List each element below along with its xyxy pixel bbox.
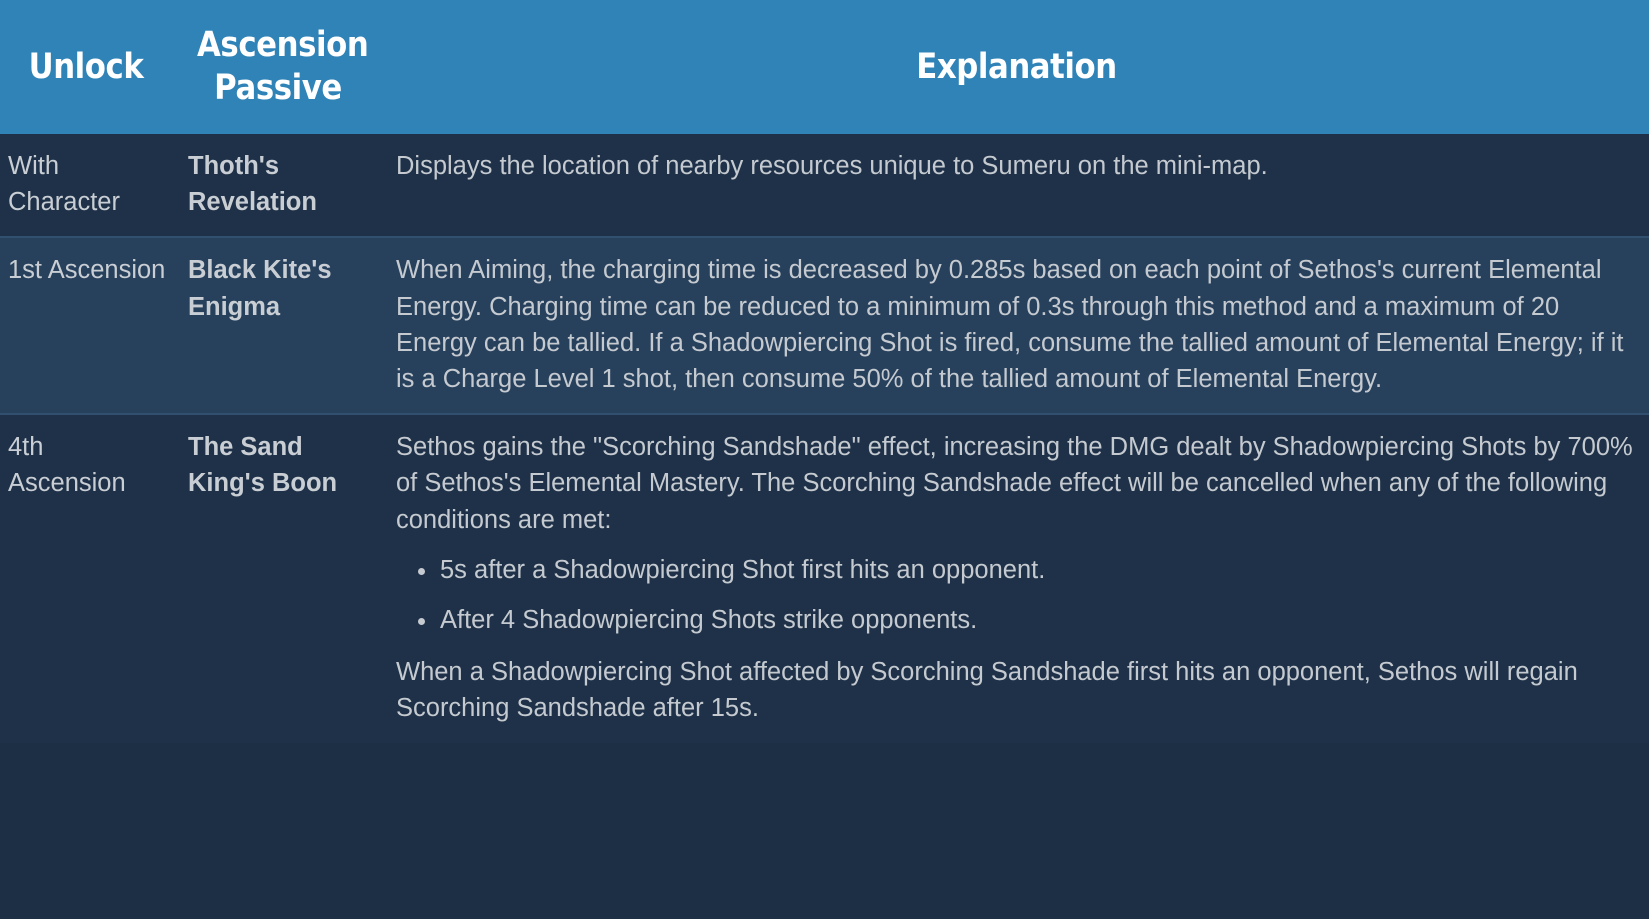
column-header-ascension-passive-line2: Passive <box>214 68 342 108</box>
cell-unlock: 4th Ascension <box>8 433 126 498</box>
cell-unlock: 1st Ascension <box>8 256 166 285</box>
column-header-ascension-passive: Ascension Passive <box>185 0 372 134</box>
table-row: 1st Ascension Black Kite's Enigma When A… <box>0 237 1649 415</box>
cell-explanation: Sethos gains the "Scorching Sandshade" e… <box>384 414 1649 742</box>
explanation-bullet-list: 5s after a Shadowpiercing Shot first hit… <box>396 552 1645 638</box>
cell-explanation: When Aiming, the charging time is decrea… <box>384 237 1649 414</box>
table-body: With Character Thoth's Revelation Displa… <box>0 134 1649 743</box>
cell-explanation: Displays the location of nearby resource… <box>384 134 1649 237</box>
ascension-passive-table: Unlock Ascension Passive Explanation Wit… <box>0 0 1649 743</box>
list-item: After 4 Shadowpiercing Shots strike oppo… <box>438 602 1645 638</box>
column-header-ascension-passive-line1: Ascension <box>197 25 369 66</box>
cell-ascension-passive: The Sand King's Boon <box>188 433 338 498</box>
explanation-paragraph: When Aiming, the charging time is decrea… <box>396 256 1624 394</box>
column-header-explanation: Explanation <box>916 46 1117 87</box>
list-item: 5s after a Shadowpiercing Shot first hit… <box>438 552 1645 588</box>
column-header-unlock: Unlock <box>28 46 144 87</box>
table-header: Unlock Ascension Passive Explanation <box>0 0 1649 134</box>
explanation-paragraph: Displays the location of nearby resource… <box>396 152 1268 180</box>
table-row: With Character Thoth's Revelation Displa… <box>0 134 1649 238</box>
cell-ascension-passive: Thoth's Revelation <box>188 152 317 217</box>
cell-unlock: With Character <box>8 152 120 217</box>
cell-ascension-passive: Black Kite's Enigma <box>188 256 332 321</box>
header-row: Unlock Ascension Passive Explanation <box>0 0 1649 134</box>
explanation-paragraph: When a Shadowpiercing Shot affected by S… <box>396 658 1578 723</box>
explanation-paragraph: Sethos gains the "Scorching Sandshade" e… <box>396 433 1633 534</box>
table-row: 4th Ascension The Sand King's Boon Setho… <box>0 414 1649 743</box>
